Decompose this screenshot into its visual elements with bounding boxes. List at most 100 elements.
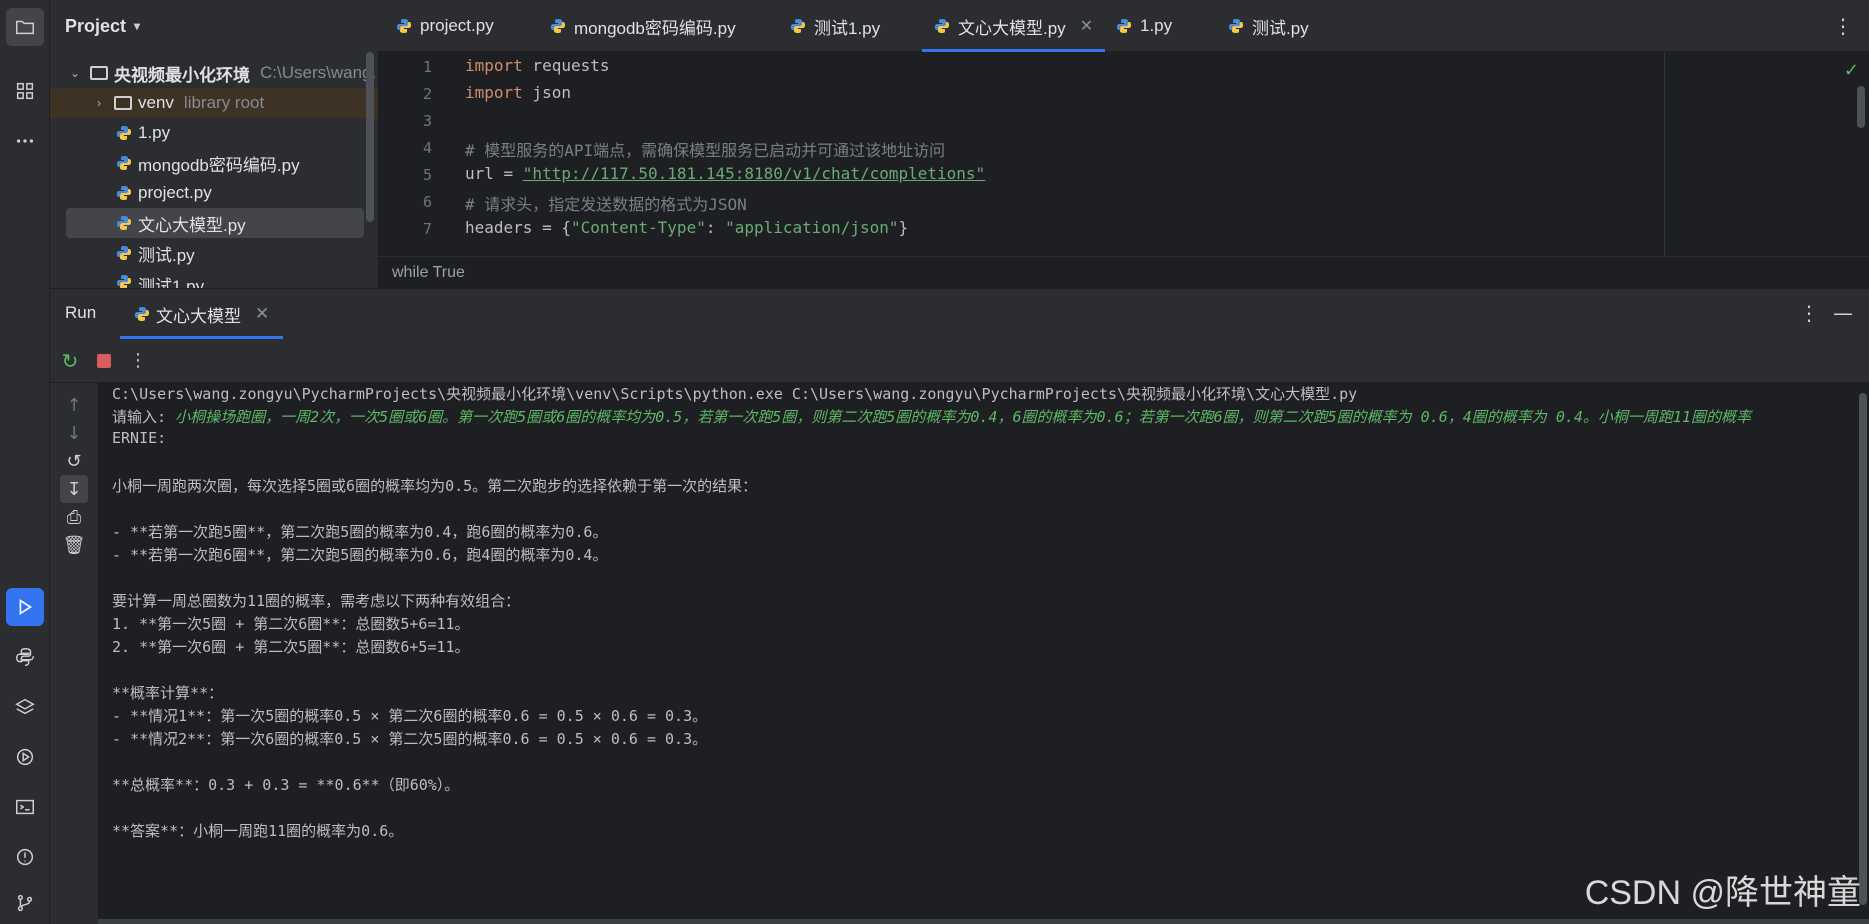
run-tab-label: 文心大模型 <box>156 306 241 326</box>
chevron-down-icon[interactable]: ⌄ <box>68 66 82 80</box>
tab-test-py[interactable]: 测试.py <box>1228 0 1309 52</box>
code-line: url = "http://117.50.181.145:8180/v1/cha… <box>465 164 985 183</box>
code-text: url = <box>465 164 523 183</box>
file-name: 测试1.py <box>138 277 205 288</box>
code-text: json <box>522 83 571 102</box>
line-number: 3 <box>422 112 432 130</box>
more-vertical-icon[interactable]: ⋮ <box>1833 14 1853 38</box>
line-gutter: 1 2 3 4 5 6 7 <box>378 52 448 256</box>
tree-item-file[interactable]: mongodb密码编码.py <box>116 148 300 178</box>
code-line: import requests <box>465 56 610 75</box>
console-prompt: 请输入: <box>112 408 176 426</box>
console-line: 1. **第一次5圈 + 第二次6圈**：总圈数5+6=11。 <box>112 615 470 633</box>
code-text: headers = { <box>465 218 571 237</box>
line-number: 4 <box>422 139 432 157</box>
print-icon[interactable]: ⎙ <box>60 503 88 531</box>
python-file-icon <box>1229 19 1243 33</box>
chevron-down-icon[interactable]: ▾ <box>134 19 140 33</box>
close-icon[interactable]: ✕ <box>1080 16 1093 36</box>
tab-wenxin-py-active[interactable]: 文心大模型.py ✕ <box>921 0 1106 52</box>
tree-item-venv[interactable]: › venv library root <box>50 88 378 118</box>
console-scrollbar[interactable] <box>1859 393 1867 905</box>
folder-icon[interactable] <box>6 8 44 46</box>
more-vertical-icon[interactable]: ⋮ <box>124 347 152 375</box>
tab-test1-py[interactable]: 测试1.py <box>790 0 880 52</box>
scroll-to-end-icon[interactable]: ↧ <box>60 475 88 503</box>
tree-root[interactable]: ⌄ 央视频最小化环境 C:\Users\wang. <box>68 58 376 88</box>
tab-label: 测试1.py <box>814 18 881 38</box>
python-file-icon <box>1117 19 1131 33</box>
folder-icon <box>90 66 108 80</box>
tree-item-file[interactable]: 1.py <box>116 118 170 148</box>
layers-icon[interactable] <box>6 688 44 726</box>
root-folder-path: C:\Users\wang. <box>260 63 377 82</box>
terminal-icon[interactable] <box>6 788 44 826</box>
project-header[interactable]: Project ▾ <box>50 0 378 52</box>
code-text: } <box>898 218 909 237</box>
code-comment: # 模型服务的API端点，需确保模型服务已启动并可通过该地址访问 <box>465 141 946 160</box>
tree-item-file-selected[interactable]: 文心大模型.py <box>66 208 364 238</box>
file-name: mongodb密码编码.py <box>138 155 300 175</box>
editor-tabs: project.py mongodb密码编码.py 测试1.py 文心大模型.p… <box>378 0 1869 52</box>
console-line: - **若第一次跑5圈**，第二次跑5圈的概率为0.4，跑6圈的概率为0.6。 <box>112 523 608 541</box>
git-icon[interactable] <box>6 884 44 922</box>
chevron-right-icon[interactable]: › <box>92 96 106 110</box>
console-line: **答案**：小桐一周跑11圈的概率为0.6。 <box>112 822 404 840</box>
console-line: 要计算一周总圈数为11圈的概率，需考虑以下两种有效组合： <box>112 592 521 610</box>
tree-item-file[interactable]: 测试1.py <box>116 268 204 288</box>
trash-icon[interactable]: 🗑 <box>60 531 88 559</box>
file-name: project.py <box>138 183 212 202</box>
tab-label: mongodb密码编码.py <box>574 18 736 38</box>
breadcrumb[interactable]: while True <box>378 256 1869 288</box>
structure-icon[interactable] <box>6 72 44 110</box>
folder-icon <box>114 96 132 110</box>
breadcrumb-item[interactable]: while True <box>392 264 465 282</box>
tab-1-py[interactable]: 1.py <box>1116 0 1172 52</box>
tab-label: 测试.py <box>1252 18 1309 38</box>
console-horizontal-scrollbar[interactable] <box>98 919 1869 924</box>
arrow-up-icon[interactable]: ↑ <box>60 391 88 419</box>
project-scrollbar[interactable] <box>366 52 374 222</box>
run-header: Run 文心大模型 ✕ ⋮ — <box>50 289 1869 339</box>
code-string: "application/json" <box>725 218 899 237</box>
tab-run-config[interactable]: 文心大模型 ✕ <box>120 289 284 339</box>
tab-mongodb-py[interactable]: mongodb密码编码.py <box>550 0 736 52</box>
editor-scrollbar[interactable] <box>1857 86 1865 128</box>
more-vertical-icon[interactable]: ⋮ <box>1799 301 1819 325</box>
python-file-icon <box>397 19 411 33</box>
line-number: 7 <box>422 220 432 238</box>
code-text: requests <box>522 56 610 75</box>
minimize-icon[interactable]: — <box>1833 301 1853 325</box>
console-line: ERNIE: <box>112 429 167 447</box>
code-keyword: import <box>465 83 523 102</box>
rerun-icon[interactable]: ↻ <box>56 347 84 375</box>
services-icon[interactable] <box>6 738 44 776</box>
python-console-icon[interactable] <box>6 638 44 676</box>
stop-button[interactable] <box>90 347 118 375</box>
tab-label: 1.py <box>1140 16 1173 35</box>
python-file-icon <box>117 275 131 288</box>
more-icon[interactable] <box>6 122 44 160</box>
line-number: 5 <box>422 166 432 184</box>
right-margin-guide <box>1664 52 1665 256</box>
console-output[interactable]: C:\Users\wang.zongyu\PycharmProjects\央视频… <box>98 383 1869 924</box>
project-panel: Project ▾ ⌄ 央视频最小化环境 C:\Users\wang. › ve… <box>50 0 378 288</box>
problems-icon[interactable] <box>6 838 44 876</box>
code-url[interactable]: "http://117.50.181.145:8180/v1/chat/comp… <box>523 164 985 183</box>
arrow-down-icon[interactable]: ↓ <box>60 419 88 447</box>
soft-wrap-icon[interactable]: ↺ <box>60 447 88 475</box>
python-file-icon <box>551 19 565 33</box>
watermark: CSDN @降世神童 <box>1584 874 1861 912</box>
code-comment: # 请求头，指定发送数据的格式为JSON <box>465 195 747 214</box>
console-line: **总概率**：0.3 + 0.3 = **0.6**（即60%）。 <box>112 776 460 794</box>
code-editor[interactable]: 1 2 3 4 5 6 7 import requests import jso… <box>378 52 1869 256</box>
tab-project-py[interactable]: project.py <box>396 0 494 52</box>
python-file-icon <box>117 246 131 260</box>
close-icon[interactable]: ✕ <box>255 304 269 324</box>
run-icon[interactable] <box>6 588 44 626</box>
run-toolbar: ↻ ⋮ <box>50 339 1869 383</box>
check-icon[interactable]: ✓ <box>1844 60 1859 81</box>
tree-item-file[interactable]: 测试.py <box>116 238 195 268</box>
console-line: 小桐一周跑两次圈，每次选择5圈或6圈的概率均为0.5。第二次跑步的选择依赖于第一… <box>112 477 758 495</box>
tree-item-file[interactable]: project.py <box>116 178 212 208</box>
